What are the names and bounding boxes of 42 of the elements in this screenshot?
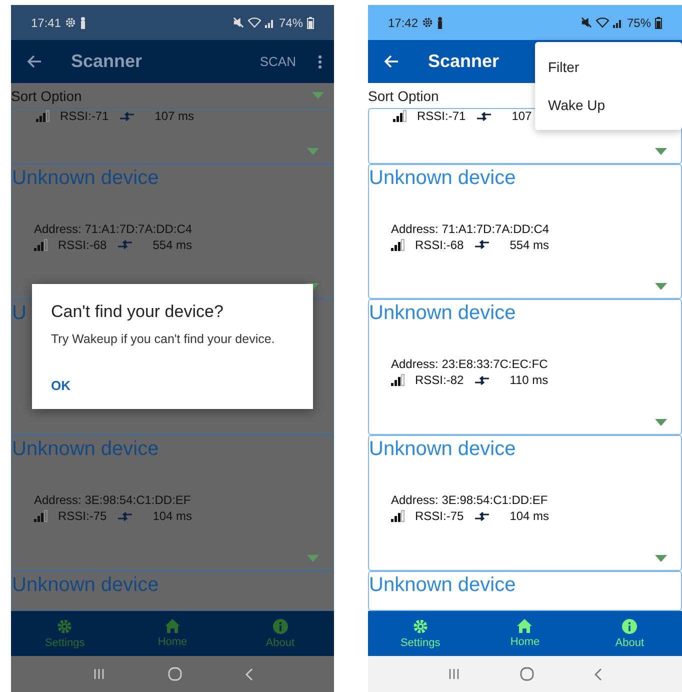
interval-value: 110 ms (510, 373, 548, 388)
rssi-value: RSSI:-75 (415, 509, 464, 524)
rssi-value: RSSI:-68 (415, 238, 464, 252)
device-name: Unknown device (369, 166, 516, 190)
device-name: Unknown device (369, 574, 516, 598)
rssi-value: RSSI:-82 (415, 373, 464, 388)
interval-value: 554 ms (510, 238, 550, 252)
rssi-value: RSSI:-71 (417, 109, 466, 123)
clock-time: 17:42 (388, 16, 418, 30)
device-name: Unknown device (12, 438, 159, 462)
battery-percent: 74% (278, 16, 303, 30)
rssi-value: RSSI:-68 (58, 238, 107, 252)
nav-label: Home (510, 636, 540, 648)
device-address: Address: 3E:98:54:C1:DD:EF (34, 493, 192, 508)
device-address: Address: 71:A1:7D:7A:DD:C4 (34, 222, 194, 236)
screen-title: Scanner (71, 51, 142, 72)
clock-time: 17:41 (31, 16, 62, 30)
screen-title: Scanner (428, 51, 500, 72)
nav-label: Settings (44, 636, 85, 648)
nav-label: Home (158, 636, 188, 648)
dialog-message: Try Wakeup if you can't find your device. (51, 332, 275, 346)
battery-percent: 75% (626, 16, 651, 30)
device-address: Address: 3E:98:54:C1:DD:EF (391, 493, 549, 508)
device-name: Unknown device (369, 302, 516, 326)
rssi-value: RSSI:-75 (58, 509, 107, 524)
device-address: Address: 23:E8:33:7C:EC:FC (391, 357, 549, 372)
interval-value: 107 (512, 109, 532, 123)
device-name: Unknown device (12, 166, 159, 190)
nav-label: Settings (400, 636, 440, 648)
device-name: Unknown device (12, 574, 159, 598)
rssi-value: RSSI:-71 (60, 109, 109, 123)
device-address: Address: 71:A1:7D:7A:DD:C4 (391, 222, 550, 236)
sort-label: Sort Option (11, 88, 82, 104)
interval-value: 104 ms (510, 509, 550, 524)
interval-value: 104 ms (152, 509, 192, 524)
device-name: U (12, 302, 26, 326)
interval-value: 554 ms (152, 238, 192, 252)
nav-label: About (615, 636, 644, 648)
device-name: Unknown device (369, 438, 516, 462)
dialog-title: Can't find your device? (51, 302, 224, 322)
nav-label: About (266, 636, 295, 648)
interval-value: 107 ms (154, 109, 194, 123)
